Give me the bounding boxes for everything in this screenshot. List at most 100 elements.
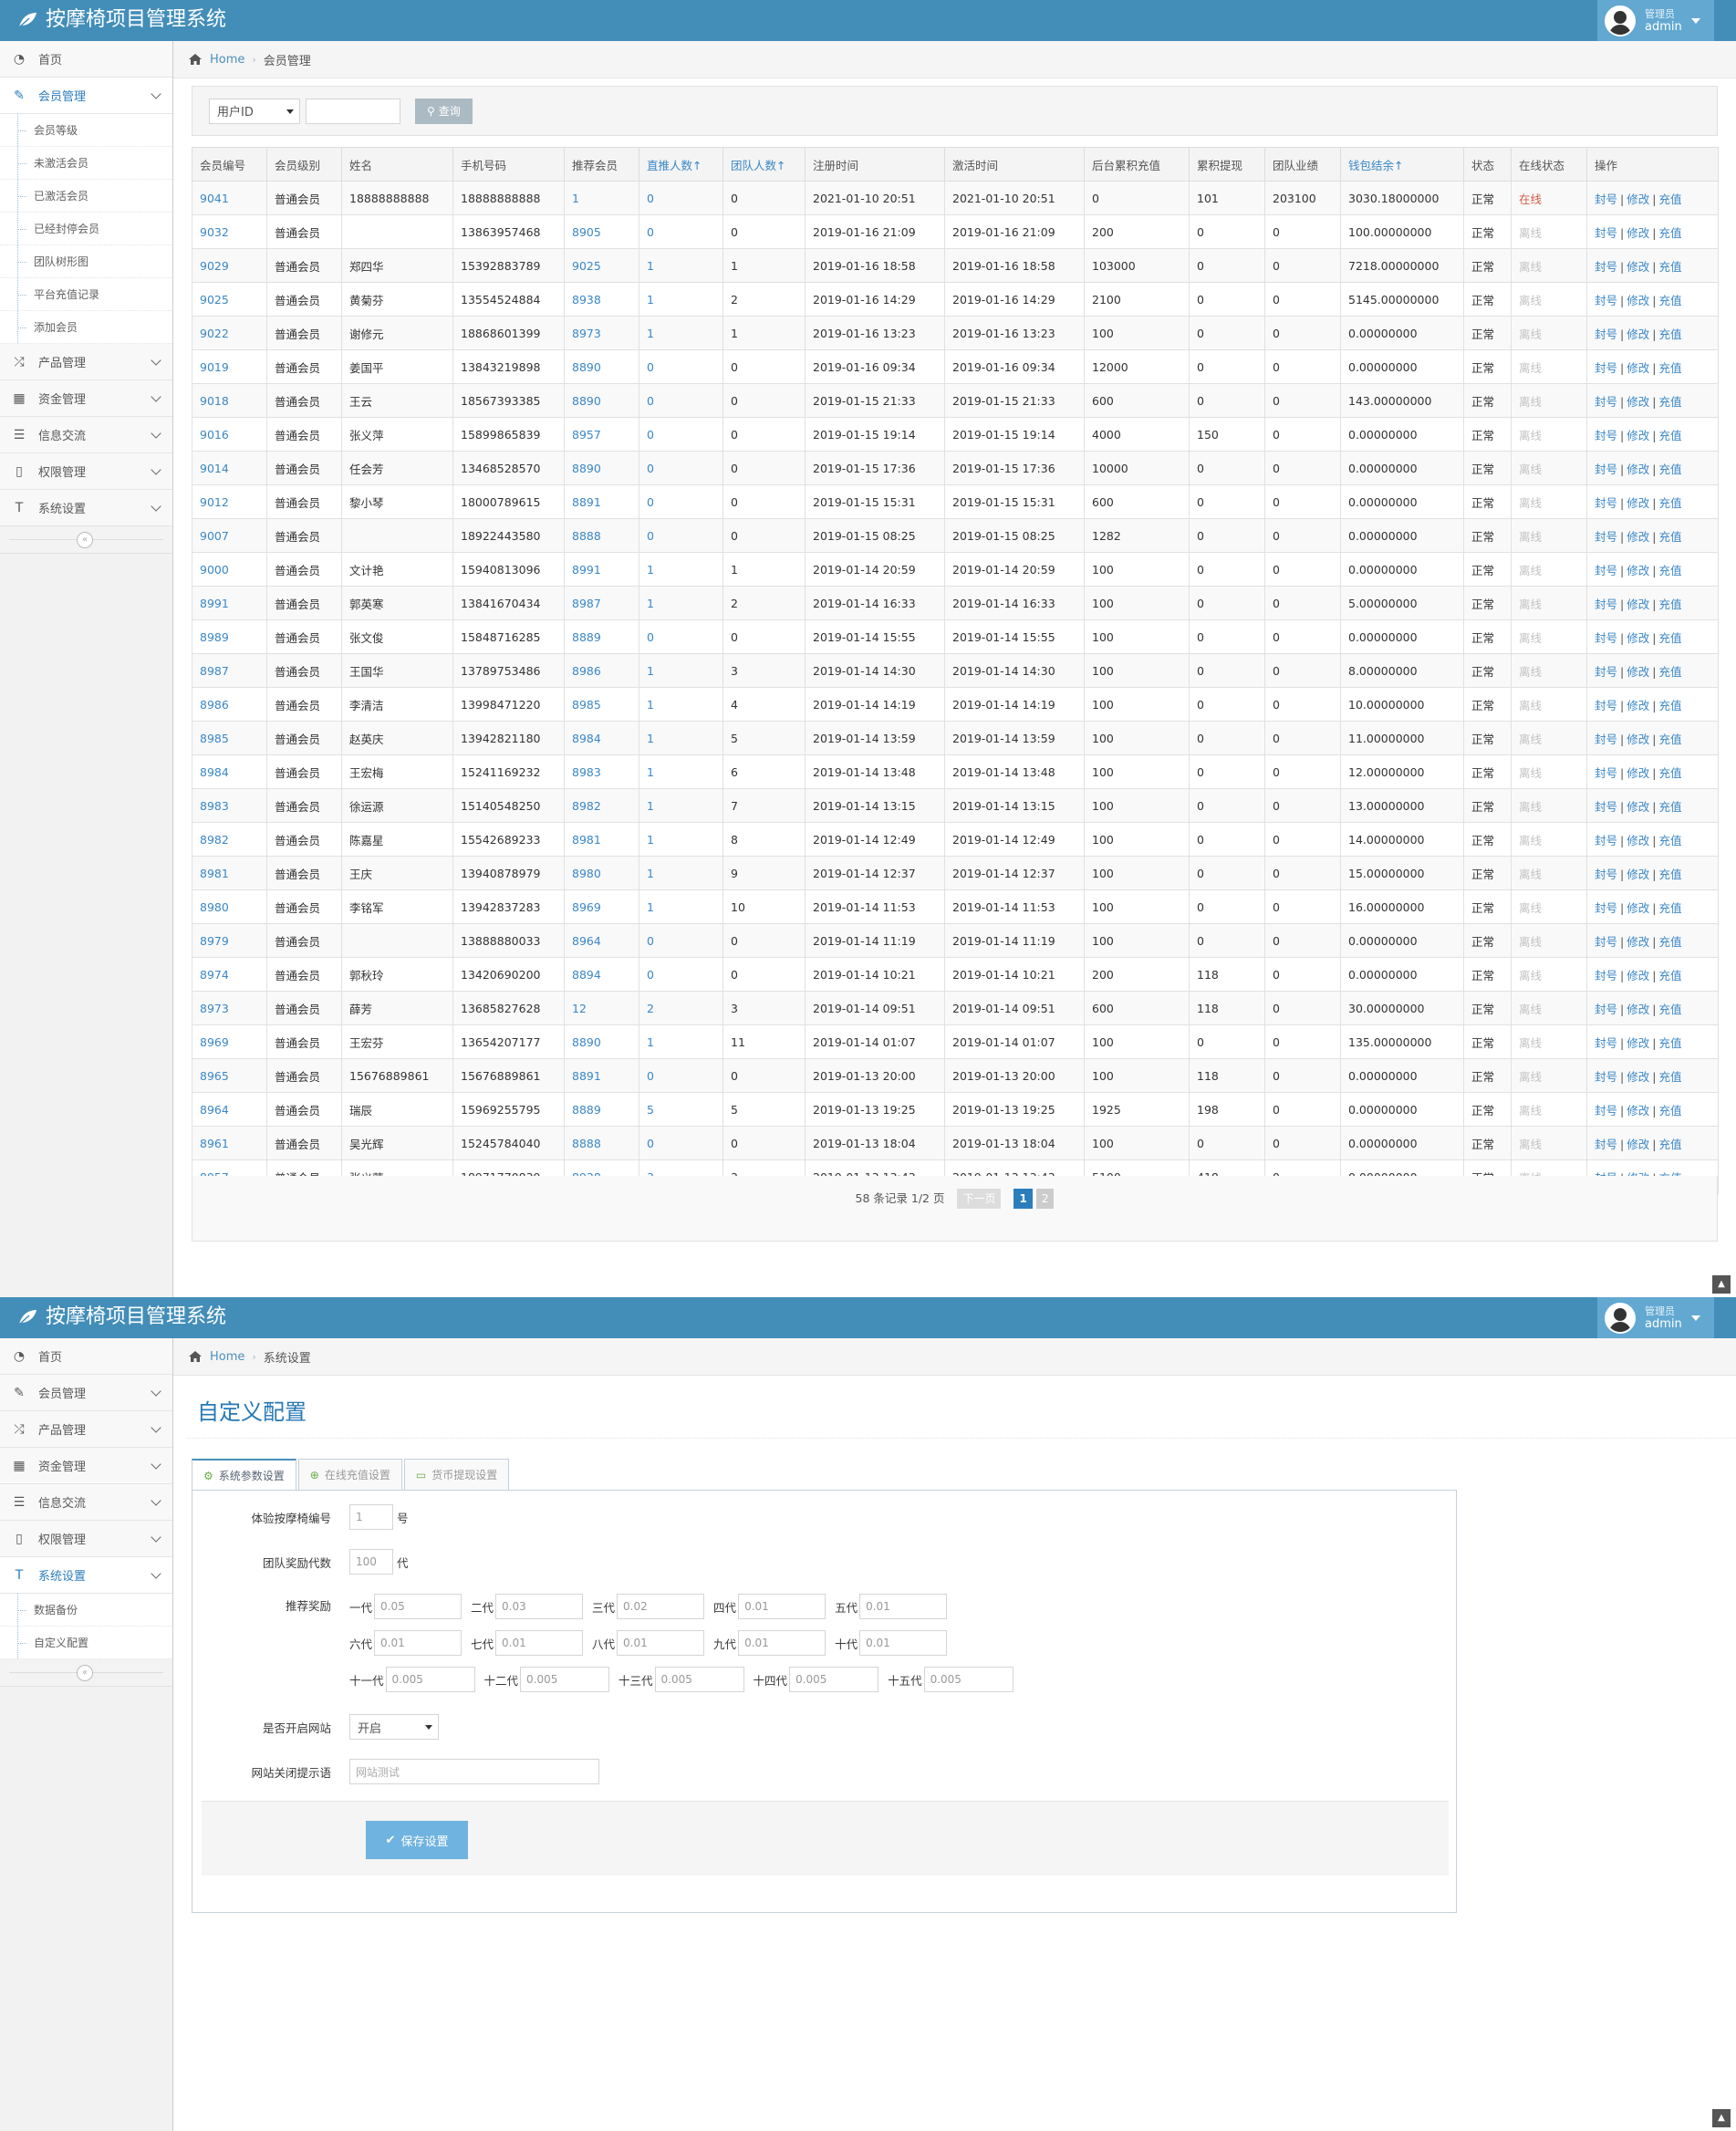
table-cell[interactable]: 8890: [564, 451, 639, 485]
search-button[interactable]: ⚲ 查询: [415, 98, 473, 124]
edit-button[interactable]: 修改: [1627, 564, 1649, 577]
recharge-button[interactable]: 充值: [1658, 665, 1681, 679]
table-cell[interactable]: 8986: [192, 687, 267, 722]
subnav-add-member[interactable]: 添加会员: [0, 311, 172, 344]
ban-button[interactable]: 封号: [1595, 901, 1617, 915]
recharge-button[interactable]: 充值: [1658, 530, 1681, 544]
nav-item-funds[interactable]: ▦ 资金管理: [0, 1448, 172, 1484]
table-cell[interactable]: 8905: [564, 214, 639, 249]
table-cell[interactable]: 0: [639, 383, 723, 418]
recharge-button[interactable]: 充值: [1658, 1104, 1681, 1117]
ban-button[interactable]: 封号: [1595, 969, 1617, 982]
table-cell[interactable]: 0: [639, 957, 723, 992]
table-cell[interactable]: 8891: [564, 484, 639, 519]
edit-button[interactable]: 修改: [1627, 1036, 1649, 1050]
gen-reward-input[interactable]: 0.01: [374, 1630, 463, 1656]
nav-item-products[interactable]: ⤮ 产品管理: [0, 344, 172, 380]
user-menu[interactable]: 管理员 admin: [1597, 1297, 1714, 1338]
table-cell[interactable]: 8890: [564, 349, 639, 384]
ban-button[interactable]: 封号: [1595, 395, 1617, 409]
edit-button[interactable]: 修改: [1627, 395, 1649, 409]
table-cell[interactable]: 8969: [192, 1024, 267, 1059]
edit-button[interactable]: 修改: [1627, 733, 1649, 746]
recharge-button[interactable]: 充值: [1658, 969, 1681, 982]
recharge-button[interactable]: 充值: [1658, 327, 1681, 341]
subnav-member-level[interactable]: 会员等级: [0, 114, 172, 147]
table-cell[interactable]: 0: [639, 923, 723, 958]
table-cell[interactable]: 9019: [192, 349, 267, 384]
table-cell[interactable]: 8985: [564, 687, 639, 722]
table-cell[interactable]: 9022: [192, 316, 267, 350]
gen-reward-input[interactable]: 0.005: [789, 1667, 879, 1692]
table-cell[interactable]: 8894: [564, 957, 639, 992]
table-cell[interactable]: 8938: [564, 282, 639, 317]
edit-button[interactable]: 修改: [1627, 192, 1649, 206]
table-cell[interactable]: 9014: [192, 451, 267, 485]
table-cell[interactable]: 1: [639, 248, 723, 283]
edit-button[interactable]: 修改: [1627, 1070, 1649, 1084]
site-open-select[interactable]: 开启: [349, 1714, 439, 1740]
nav-item-home[interactable]: ◔ 首页: [0, 1338, 172, 1375]
subnav-team-tree[interactable]: 团队树形图: [0, 245, 172, 278]
gen-reward-input[interactable]: 0.005: [923, 1667, 1014, 1692]
edit-button[interactable]: 修改: [1627, 530, 1649, 544]
table-cell[interactable]: 1: [639, 721, 723, 755]
table-cell[interactable]: 8991: [564, 552, 639, 587]
edit-button[interactable]: 修改: [1627, 429, 1649, 442]
edit-button[interactable]: 修改: [1627, 226, 1649, 240]
table-cell[interactable]: 9032: [192, 214, 267, 249]
table-cell[interactable]: 8989: [192, 619, 267, 654]
nav-item-settings[interactable]: T 系统设置: [0, 490, 172, 526]
tab-withdraw-settings[interactable]: ▭ 货币提现设置: [403, 1459, 510, 1490]
edit-button[interactable]: 修改: [1627, 260, 1649, 274]
collapse-icon[interactable]: «: [77, 1665, 93, 1681]
table-cell[interactable]: 8980: [564, 856, 639, 890]
nav-item-messages[interactable]: ☰ 信息交流: [0, 1484, 172, 1521]
edit-button[interactable]: 修改: [1627, 496, 1649, 510]
table-cell[interactable]: 8888: [564, 1126, 639, 1160]
edit-button[interactable]: 修改: [1627, 598, 1649, 611]
table-cell[interactable]: 9016: [192, 417, 267, 452]
table-cell[interactable]: 1: [639, 788, 723, 823]
nav-item-products[interactable]: ⤮ 产品管理: [0, 1411, 172, 1448]
scroll-top-icon[interactable]: ▲: [1712, 2109, 1731, 2127]
table-cell[interactable]: 8890: [564, 383, 639, 418]
table-cell[interactable]: 8982: [564, 788, 639, 823]
table-cell[interactable]: 8987: [564, 586, 639, 620]
table-cell[interactable]: 8969: [564, 889, 639, 924]
table-cell[interactable]: 2: [639, 991, 723, 1025]
table-cell[interactable]: 0: [639, 349, 723, 384]
ban-button[interactable]: 封号: [1595, 1036, 1617, 1050]
ban-button[interactable]: 封号: [1595, 1104, 1617, 1117]
subnav-recharge-records[interactable]: 平台充值记录: [0, 278, 172, 311]
table-cell[interactable]: 8890: [564, 1024, 639, 1059]
table-cell[interactable]: 1: [639, 889, 723, 924]
ban-button[interactable]: 封号: [1595, 935, 1617, 949]
table-cell[interactable]: 0: [639, 214, 723, 249]
ban-button[interactable]: 封号: [1595, 327, 1617, 341]
table-cell[interactable]: 9041: [192, 181, 267, 215]
edit-button[interactable]: 修改: [1627, 1104, 1649, 1117]
ban-button[interactable]: 封号: [1595, 429, 1617, 442]
table-cell[interactable]: 0: [639, 451, 723, 485]
subnav-inactive-members[interactable]: 未激活会员: [0, 147, 172, 180]
ban-button[interactable]: 封号: [1595, 766, 1617, 780]
app-brand[interactable]: 按摩椅项目管理系统: [16, 7, 226, 33]
close-message-input[interactable]: 网站测试: [349, 1759, 599, 1784]
table-cell[interactable]: 0: [639, 619, 723, 654]
recharge-button[interactable]: 充值: [1658, 1138, 1681, 1151]
table-cell[interactable]: 0: [639, 518, 723, 553]
table-cell[interactable]: 8888: [564, 518, 639, 553]
table-cell[interactable]: 8964: [192, 1092, 267, 1127]
edit-button[interactable]: 修改: [1627, 800, 1649, 814]
ban-button[interactable]: 封号: [1595, 294, 1617, 307]
table-cell[interactable]: 1: [639, 316, 723, 350]
recharge-button[interactable]: 充值: [1658, 192, 1681, 206]
scroll-top-icon[interactable]: ▲: [1712, 1275, 1731, 1294]
nav-item-members[interactable]: ✎ 会员管理: [0, 1375, 172, 1411]
table-cell[interactable]: 8985: [192, 721, 267, 755]
team-generations-input[interactable]: 100: [349, 1549, 393, 1575]
recharge-button[interactable]: 充值: [1658, 800, 1681, 814]
recharge-button[interactable]: 充值: [1658, 1003, 1681, 1016]
edit-button[interactable]: 修改: [1627, 834, 1649, 847]
